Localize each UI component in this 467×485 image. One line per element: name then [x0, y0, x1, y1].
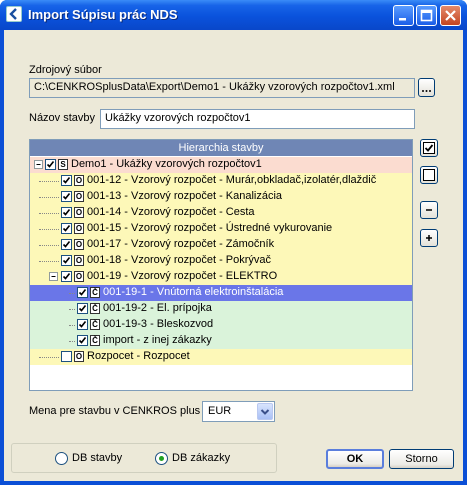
- tree-row[interactable]: O 001-12 - Vzorový rozpočet - Murár,obkl…: [30, 173, 412, 189]
- tree-row-label: Rozpocet - Rozpocet: [87, 350, 190, 362]
- currency-select[interactable]: EUR: [202, 401, 275, 422]
- check-all-button[interactable]: [420, 139, 438, 157]
- expand-all-button[interactable]: [420, 229, 438, 247]
- tree-row-label: 001-12 - Vzorový rozpočet - Murár,obklad…: [87, 174, 377, 186]
- tree-row[interactable]: O 001-17 - Vzorový rozpočet - Zámočník: [30, 237, 412, 253]
- tree-row[interactable]: O 001-14 - Vzorový rozpočet - Cesta: [30, 205, 412, 221]
- tree-row-label: 001-14 - Vzorový rozpočet - Cesta: [87, 206, 255, 218]
- tree-connector-line: [69, 293, 75, 294]
- close-button[interactable]: [440, 5, 461, 26]
- tree-connector-line: [69, 309, 75, 310]
- tree-connector-line: [39, 197, 59, 198]
- tree-checkbox[interactable]: [61, 271, 72, 282]
- tree-row-root[interactable]: S Demo1 - Ukážky vzorových rozpočtov1: [30, 157, 412, 173]
- node-type-icon: S: [58, 159, 68, 170]
- node-type-icon: Č: [90, 303, 100, 314]
- tree-connector-line: [39, 213, 59, 214]
- tree-checkbox[interactable]: [61, 207, 72, 218]
- tree-connector-line: [69, 325, 75, 326]
- db-target-group: DB stavby DB zákazky: [11, 443, 277, 473]
- tree-checkbox[interactable]: [77, 287, 88, 298]
- tree-row-label: Demo1 - Ukážky vzorových rozpočtov1: [71, 158, 262, 170]
- tree-connector-line: [39, 181, 59, 182]
- title-bar[interactable]: Import Súpisu prác NDS: [0, 0, 467, 30]
- node-type-icon: O: [74, 175, 84, 186]
- currency-select-value: EUR: [208, 405, 232, 417]
- minimize-button[interactable]: [393, 5, 414, 26]
- tree-row-label: import - z inej zákazky: [103, 334, 212, 346]
- maximize-button[interactable]: [416, 5, 437, 26]
- project-name-label: Názov stavby: [29, 112, 96, 124]
- tree-row[interactable]: Č 001-19-3 - Bleskozvod: [30, 317, 412, 333]
- node-type-icon: O: [74, 351, 84, 362]
- tree-row[interactable]: O 001-19 - Vzorový rozpočet - ELEKTRO: [30, 269, 412, 285]
- tree-row[interactable]: Č import - z inej zákazky: [30, 333, 412, 349]
- chevron-down-icon[interactable]: [257, 403, 273, 420]
- tree-checkbox[interactable]: [77, 303, 88, 314]
- node-type-icon: Č: [90, 319, 100, 330]
- tree-row-selected[interactable]: Č 001-19-1 - Vnútorná elektroinštalácia: [30, 285, 412, 301]
- radio-db-stavby[interactable]: [55, 452, 68, 465]
- tree-row[interactable]: O 001-13 - Vzorový rozpočet - Kanalizáci…: [30, 189, 412, 205]
- tree-checkbox[interactable]: [77, 319, 88, 330]
- tree-checkbox[interactable]: [61, 191, 72, 202]
- radio-db-zakazky[interactable]: [155, 452, 168, 465]
- browse-button[interactable]: [418, 78, 435, 97]
- tree-row-label: 001-13 - Vzorový rozpočet - Kanalizácia: [87, 190, 283, 202]
- tree-checkbox[interactable]: [45, 159, 56, 170]
- radio-db-stavby-label[interactable]: DB stavby: [72, 452, 122, 464]
- project-name-input[interactable]: Ukážky vzorových rozpočtov1: [100, 109, 415, 129]
- node-type-icon: Č: [90, 335, 100, 346]
- radio-selected-dot: [159, 456, 164, 461]
- tree-row-label: 001-19-2 - El. prípojka: [103, 302, 212, 314]
- tree-checkbox-unchecked[interactable]: [61, 351, 72, 362]
- node-type-icon: O: [74, 255, 84, 266]
- source-file-path-field[interactable]: C:\CENKROSplusData\Export\Demo1 - Ukážky…: [29, 78, 415, 98]
- tree-row-label: 001-18 - Vzorový rozpočet - Pokrývač: [87, 254, 272, 266]
- tree-connector-line: [39, 229, 59, 230]
- collapse-all-button[interactable]: [420, 201, 438, 219]
- node-type-icon: O: [74, 271, 84, 282]
- tree-row[interactable]: O 001-18 - Vzorový rozpočet - Pokrývač: [30, 253, 412, 269]
- node-type-icon: O: [74, 239, 84, 250]
- tree-checkbox[interactable]: [61, 175, 72, 186]
- tree-checkbox[interactable]: [61, 255, 72, 266]
- hierarchy-tree[interactable]: Hierarchia stavby S Demo1 - Ukážky vzoro…: [29, 139, 413, 391]
- tree-row-label: 001-15 - Vzorový rozpočet - Ústredné vyk…: [87, 222, 333, 234]
- currency-label: Mena pre stavbu v CENKROS plus: [29, 405, 201, 417]
- tree-checkbox[interactable]: [61, 223, 72, 234]
- tree-connector-line: [39, 357, 59, 358]
- cancel-button[interactable]: Storno: [389, 449, 454, 469]
- collapse-toggle-icon[interactable]: [34, 160, 43, 169]
- node-type-icon: O: [74, 223, 84, 234]
- tree-row[interactable]: Č 001-19-2 - El. prípojka: [30, 301, 412, 317]
- node-type-icon: Č: [90, 287, 100, 298]
- tree-checkbox[interactable]: [77, 335, 88, 346]
- node-type-icon: O: [74, 207, 84, 218]
- collapse-toggle-icon[interactable]: [49, 272, 58, 281]
- node-type-icon: O: [74, 191, 84, 202]
- tree-row-label: 001-19-1 - Vnútorná elektroinštalácia: [103, 286, 284, 298]
- ok-button[interactable]: OK: [326, 449, 384, 469]
- app-logo-icon[interactable]: [6, 6, 22, 22]
- tree-connector-line: [39, 245, 59, 246]
- hierarchy-tree-header: Hierarchia stavby: [30, 140, 412, 156]
- window-title: Import Súpisu prác NDS: [28, 7, 178, 22]
- tree-row-label: 001-17 - Vzorový rozpočet - Zámočník: [87, 238, 275, 250]
- tree-connector-line: [69, 341, 75, 342]
- dialog-body: Zdrojový súbor C:\CENKROSplusData\Export…: [4, 30, 463, 481]
- tree-row-label: 001-19-3 - Bleskozvod: [103, 318, 214, 330]
- tree-row-label: 001-19 - Vzorový rozpočet - ELEKTRO: [87, 270, 278, 282]
- tree-row[interactable]: O Rozpocet - Rozpocet: [30, 349, 412, 365]
- tree-checkbox[interactable]: [61, 239, 72, 250]
- import-dialog-window: Import Súpisu prác NDS Zdrojový súbor C:…: [0, 0, 467, 485]
- source-file-label: Zdrojový súbor: [29, 64, 102, 76]
- tree-row[interactable]: O 001-15 - Vzorový rozpočet - Ústredné v…: [30, 221, 412, 237]
- uncheck-all-button[interactable]: [420, 166, 438, 184]
- radio-db-zakazky-label[interactable]: DB zákazky: [172, 452, 230, 464]
- tree-connector-line: [39, 261, 59, 262]
